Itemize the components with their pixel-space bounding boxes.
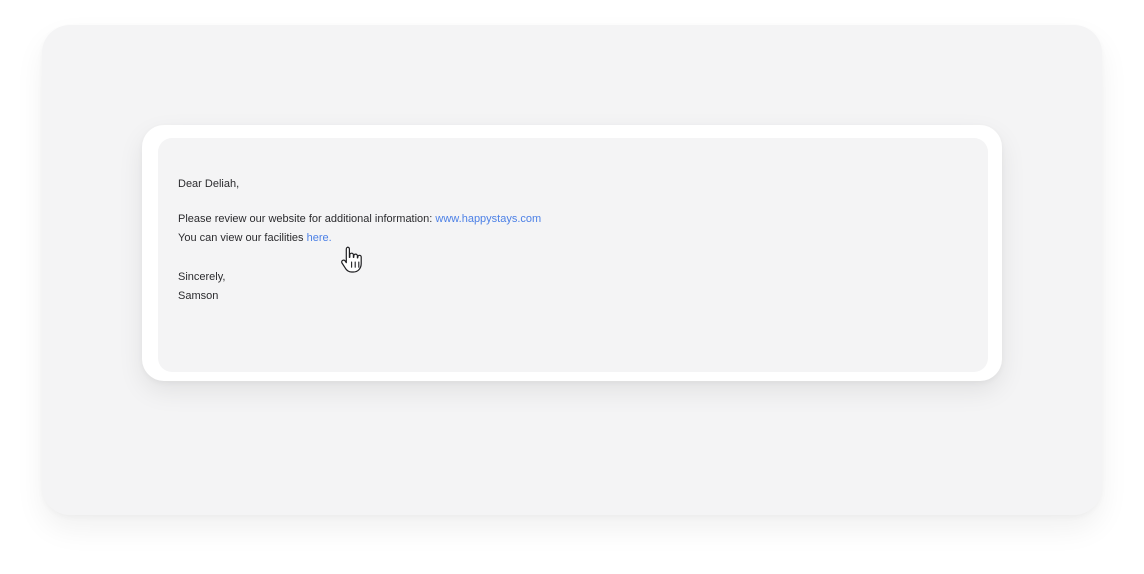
- website-link[interactable]: www.happystays.com: [435, 213, 541, 225]
- email-card: Dear Deliah, Please review our website f…: [142, 125, 1002, 381]
- greeting: Dear Deliah,: [178, 178, 240, 190]
- signature: Samson: [178, 290, 219, 302]
- email-body[interactable]: Dear Deliah, Please review our website f…: [158, 138, 988, 372]
- facilities-text: You can view our facilities: [178, 232, 307, 244]
- facilities-link[interactable]: here.: [307, 232, 332, 244]
- review-line: Please review our website for additional…: [178, 210, 988, 230]
- closing: Sincerely,: [178, 270, 226, 283]
- facilities-line: You can view our facilities here.: [178, 229, 988, 249]
- hand-pointer-icon: [341, 246, 362, 273]
- review-text: Please review our website for additional…: [178, 212, 436, 225]
